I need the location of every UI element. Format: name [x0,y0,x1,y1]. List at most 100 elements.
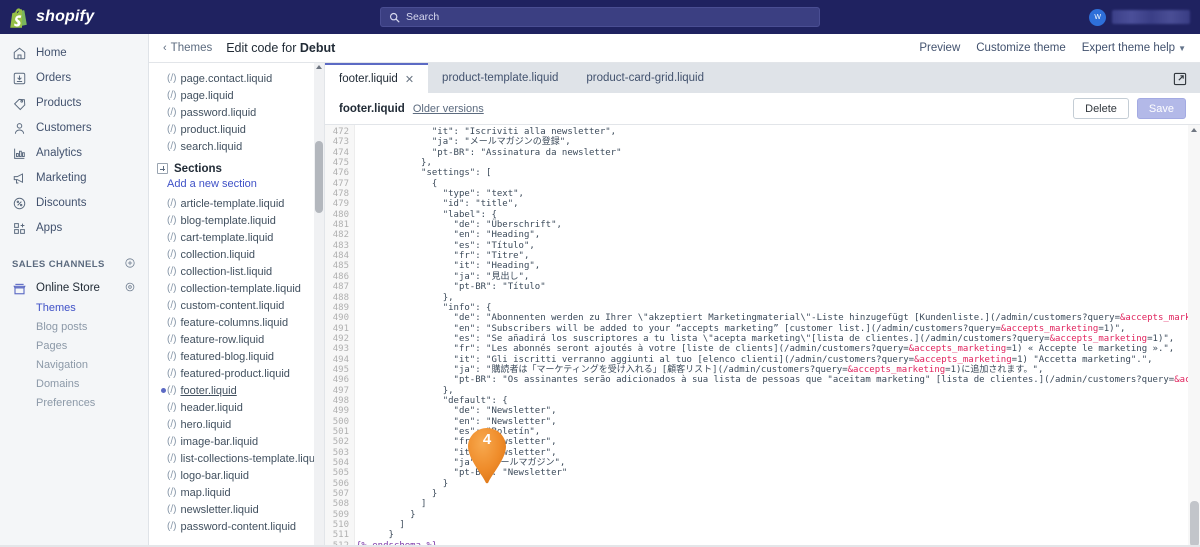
sidebar-item-home[interactable]: Home [0,43,148,63]
code-line[interactable]: "en": "Newsletter", [356,417,1200,427]
code-line[interactable]: } [356,510,1200,520]
file-list-item[interactable]: (/) footer.liquid [149,382,324,399]
file-list-item[interactable]: (/) product.liquid [149,121,324,138]
code-line[interactable]: "es": "Título", [356,241,1200,251]
code-line[interactable]: "ja": "メールマガジンの登録", [356,137,1200,147]
file-list-item[interactable]: (/) map.liquid [149,484,324,501]
sidebar-item-preferences[interactable]: Preferences [0,394,148,412]
eye-icon[interactable] [124,281,136,296]
code-line[interactable]: "en": "Heading", [356,230,1200,240]
code-line[interactable]: "en": "Subscribers will be added to your… [356,324,1200,334]
file-list-item[interactable]: (/) custom-content.liquid [149,297,324,314]
sidebar-item-navigation[interactable]: Navigation [0,356,148,374]
file-list-item[interactable]: (/) featured-blog.liquid [149,348,324,365]
file-list-item[interactable]: (/) image-bar.liquid [149,433,324,450]
sidebar-item-domains[interactable]: Domains [0,375,148,393]
file-list-scrollbar[interactable] [314,63,324,547]
code-line[interactable]: } [356,489,1200,499]
scroll-up-arrow-icon[interactable] [1191,128,1197,132]
code-line[interactable]: "it": "Heading", [356,261,1200,271]
sidebar-item-orders[interactable]: Orders [0,68,148,88]
file-list-item[interactable]: (/) collection-list.liquid [149,263,324,280]
code-line[interactable]: "ja": "購読者は「マーケティングを受け入れる」[顧客リスト](/admin… [356,365,1200,375]
tab-product-template-liquid[interactable]: product-template.liquid [428,63,572,93]
code-line[interactable]: }, [356,386,1200,396]
code-line[interactable]: { [356,179,1200,189]
expand-icon[interactable] [1172,71,1188,87]
code-line[interactable]: "id": "title", [356,199,1200,209]
file-list-item[interactable]: (/) hero.liquid [149,416,324,433]
sidebar-item-products[interactable]: Products [0,93,148,113]
breadcrumb-back-themes[interactable]: ‹ Themes [163,42,212,54]
sidebar-item-customers[interactable]: Customers [0,118,148,138]
file-list-item[interactable]: (/) list-collections-template.liquid [149,450,324,467]
editor-scrollbar[interactable] [1188,125,1200,547]
code-line[interactable]: "de": "Abonnenten werden zu Ihrer \"akze… [356,313,1200,323]
file-folder-sections[interactable]: Sections [149,159,324,178]
editor-scroll-thumb[interactable] [1190,501,1199,547]
plus-circle-icon[interactable] [124,257,136,272]
code-line[interactable]: "settings": [ [356,168,1200,178]
tab-footer-liquid[interactable]: footer.liquid ✕ [325,63,429,93]
save-button[interactable]: Save [1136,98,1186,119]
close-icon[interactable]: ✕ [405,73,414,86]
file-list-item[interactable]: (/) search.liquid [149,138,324,155]
code-line[interactable]: "it": "Iscriviti alla newsletter", [356,127,1200,137]
file-list-item[interactable]: (/) password-content.liquid [149,518,324,535]
sidebar-item-discounts[interactable]: Discounts [0,193,148,213]
code-editor[interactable]: 472 473 474 475 476 477 478 479 480 481 482 483 484 4… [325,125,1200,547]
file-list-item[interactable]: (/) newsletter.liquid [149,501,324,518]
file-list-item[interactable]: (/) password.liquid [149,104,324,121]
file-list-item[interactable]: (/) logo-bar.liquid [149,467,324,484]
file-list-item[interactable]: (/) page.liquid [149,87,324,104]
theme-file-list[interactable]: (/) page.contact.liquid (/) page.liquid (/) p… [149,63,325,547]
scroll-up-arrow-icon[interactable] [316,65,322,69]
delete-button[interactable]: Delete [1073,98,1129,119]
file-list-item[interactable]: (/) article-template.liquid [149,195,324,212]
file-list-scroll-thumb[interactable] [315,141,323,213]
code-line[interactable]: "pt-BR": "Os assinantes serão adicionado… [356,375,1200,385]
file-list-item[interactable]: (/) cart-template.liquid [149,229,324,246]
code-line[interactable]: "fr": "Les abonnés seront ajoutés à votr… [356,344,1200,354]
account-menu[interactable]: W [1050,8,1200,26]
code-line[interactable]: ] [356,520,1200,530]
expand-plus-icon[interactable] [157,163,168,174]
sidebar-item-marketing[interactable]: Marketing [0,168,148,188]
customize-theme-button[interactable]: Customize theme [976,42,1065,54]
add-a-new-section-link[interactable]: Add a new section [149,178,324,195]
code-line[interactable]: }, [356,293,1200,303]
code-line[interactable]: "pt-BR": "Assinatura da newsletter" [356,148,1200,158]
code-line[interactable]: }, [356,158,1200,168]
expert-theme-help-dropdown[interactable]: Expert theme help ▼ [1082,42,1186,54]
shopify-logo[interactable]: shopify [0,7,150,28]
code-line[interactable]: ] [356,499,1200,509]
sidebar-item-themes[interactable]: Themes [0,299,148,317]
sidebar-item-pages[interactable]: Pages [0,337,148,355]
code-line[interactable]: "label": { [356,210,1200,220]
search-input[interactable]: Search [380,7,820,27]
tab-product-card-grid-liquid[interactable]: product-card-grid.liquid [572,63,718,93]
code-line[interactable]: "fr": "Titre", [356,251,1200,261]
sidebar-item-blog-posts[interactable]: Blog posts [0,318,148,336]
code-line[interactable]: "es": "Se añadirá los suscriptores a tu … [356,334,1200,344]
code-line[interactable]: "de": "Newsletter", [356,406,1200,416]
code-line[interactable]: "ja": "見出し", [356,272,1200,282]
preview-button[interactable]: Preview [919,42,960,54]
sidebar-item-online-store[interactable]: Online Store [0,278,148,298]
sidebar-item-apps[interactable]: Apps [0,218,148,238]
code-line[interactable]: "info": { [356,303,1200,313]
code-line[interactable]: } [356,530,1200,540]
older-versions-link[interactable]: Older versions [413,103,484,115]
code-line[interactable]: "it": "Gli iscritti verranno aggiunti al… [356,355,1200,365]
file-list-item[interactable]: (/) blog-template.liquid [149,212,324,229]
code-line[interactable]: "pt-BR": "Título" [356,282,1200,292]
code-line[interactable]: "type": "text", [356,189,1200,199]
file-list-item[interactable]: (/) feature-columns.liquid [149,314,324,331]
file-list-item[interactable]: (/) page.contact.liquid [149,70,324,87]
file-list-item[interactable]: (/) header.liquid [149,399,324,416]
file-list-item[interactable]: (/) feature-row.liquid [149,331,324,348]
file-list-item[interactable]: (/) collection-template.liquid [149,280,324,297]
code-line[interactable]: "de": "Überschrift", [356,220,1200,230]
sidebar-item-analytics[interactable]: Analytics [0,143,148,163]
file-list-item[interactable]: (/) collection.liquid [149,246,324,263]
